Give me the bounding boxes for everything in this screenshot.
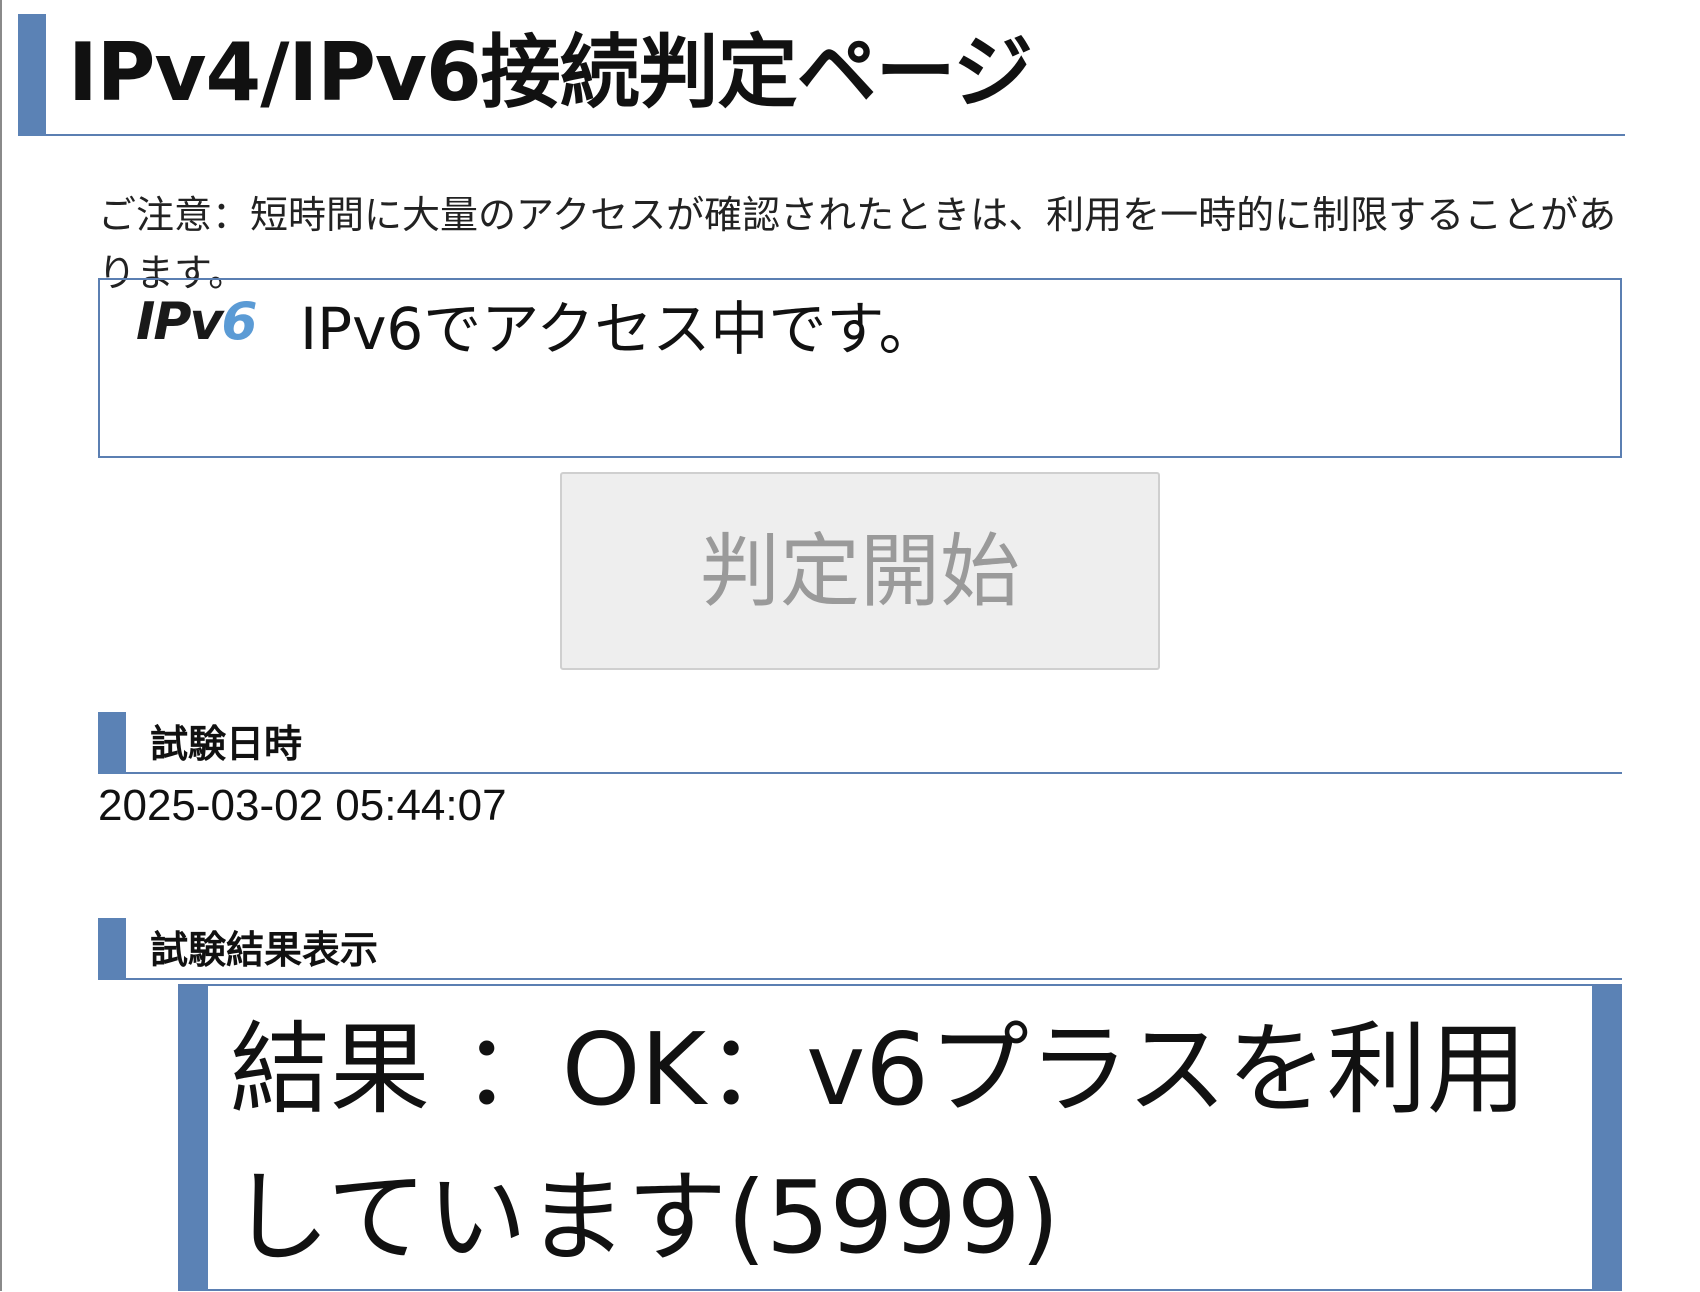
page-header: IPv4/IPv6接続判定ページ: [18, 14, 1625, 136]
test-datetime-heading: 試験日時: [98, 712, 1622, 774]
result-left-accent-bar: [180, 986, 208, 1291]
ipv6-logo-icon: IPv6: [136, 292, 258, 352]
test-result-heading: 試験結果表示: [98, 918, 1622, 980]
result-right-accent-bar: [1592, 986, 1620, 1291]
ipv6-logo-prefix: IPv: [136, 292, 223, 352]
connection-status-box: IPv6 IPv6でアクセス中です。: [98, 278, 1622, 458]
window-left-edge: [0, 0, 2, 1291]
title-accent-bar: [18, 14, 46, 136]
test-result-text: 結果 ：OK：v6プラスを利用しています(5999): [230, 1011, 1527, 1276]
ipv6-logo-suffix: 6: [221, 292, 257, 352]
test-result-title: 試験結果表示: [150, 928, 379, 972]
test-datetime-value: 2025-03-02 05:44:07: [98, 781, 507, 830]
page-title: IPv4/IPv6接続判定ページ: [68, 26, 1033, 119]
connection-status-text: IPv6でアクセス中です。: [300, 295, 937, 363]
test-datetime-title: 試験日時: [150, 722, 303, 766]
section-accent-bar: [98, 918, 126, 980]
start-test-button[interactable]: 判定開始: [560, 472, 1160, 670]
section-accent-bar: [98, 712, 126, 774]
test-result-box: 結果 ：OK：v6プラスを利用しています(5999): [178, 984, 1622, 1291]
